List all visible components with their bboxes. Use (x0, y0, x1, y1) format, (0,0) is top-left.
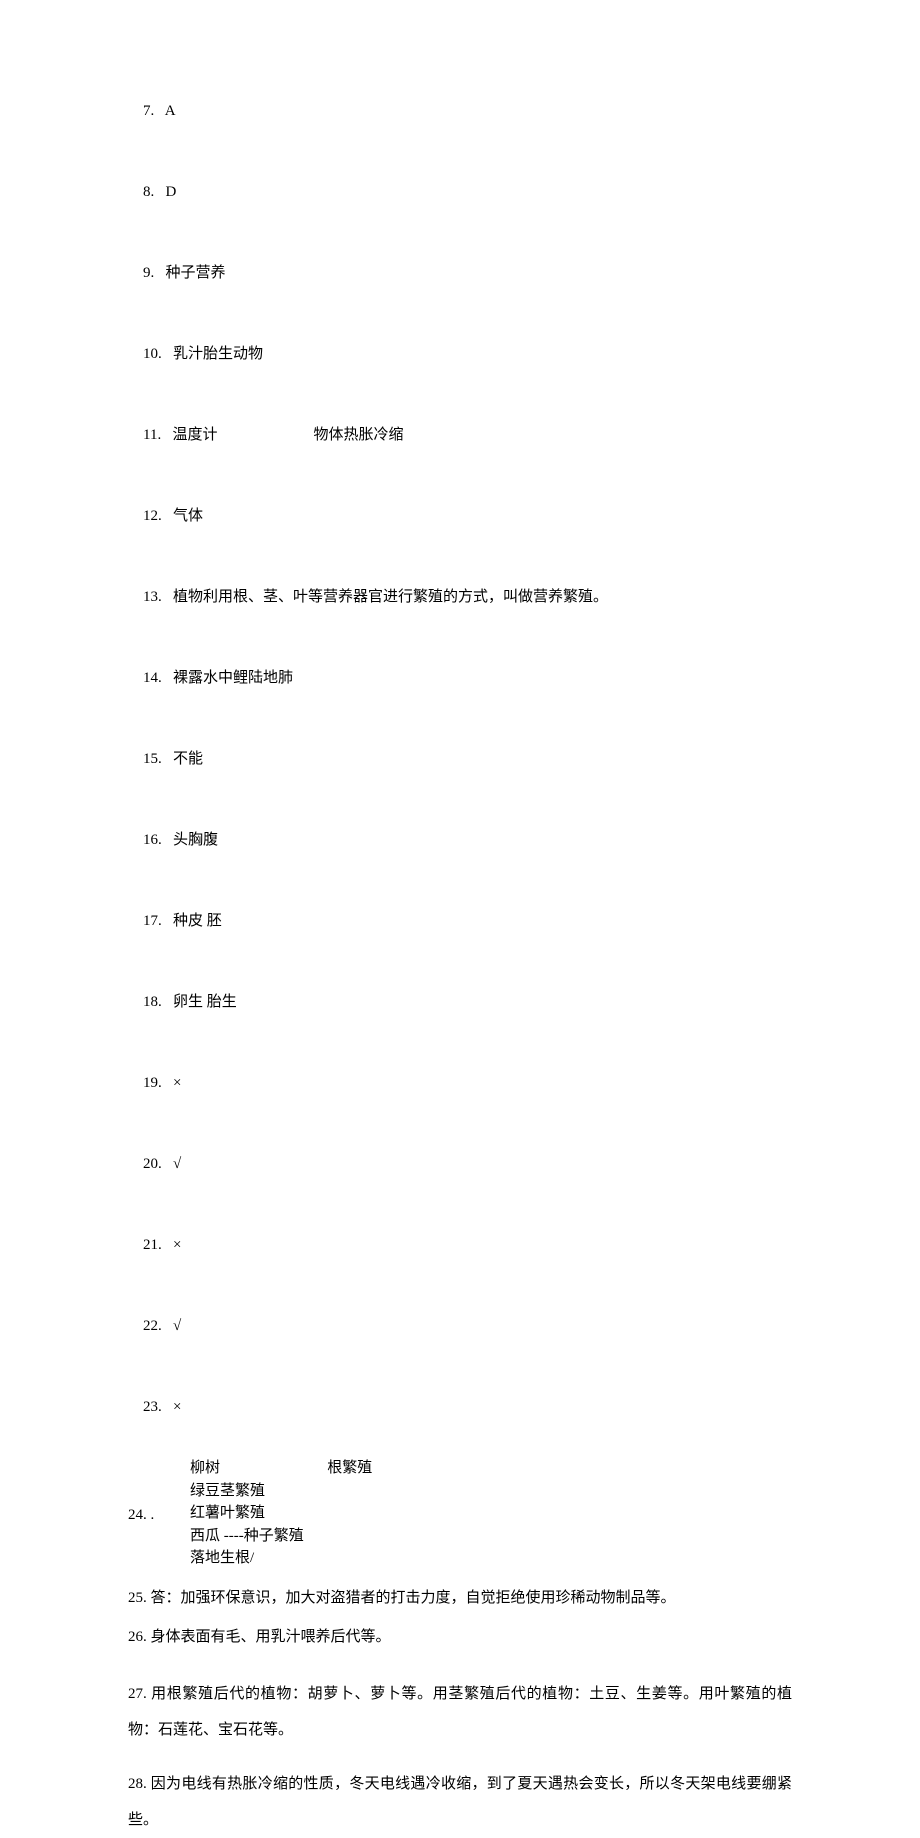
answer-21: 21. × (128, 1214, 792, 1277)
answer-number: 19. (143, 1075, 173, 1091)
answer-number: 9. (143, 265, 166, 281)
answer-number: 18. (143, 994, 173, 1010)
answer-7: 7. A (128, 80, 792, 143)
matching-row: 红薯叶繁殖 (190, 1502, 792, 1525)
answer-text: 植物利用根、茎、叶等营养器官进行繁殖的方式，叫做营养繁殖。 (173, 589, 608, 605)
answer-20: 20. √ (128, 1133, 792, 1196)
matching-text: 红薯叶繁殖 (190, 1505, 265, 1521)
answer-number: 16. (143, 832, 173, 848)
answer-number: 28. (128, 1776, 151, 1792)
answer-19: 19. × (128, 1052, 792, 1115)
answer-text: √ (173, 1318, 181, 1334)
matching-text: 西瓜 ----种子繁殖 (190, 1528, 304, 1544)
answer-number: 12. (143, 508, 173, 524)
answer-text: 种皮 胚 (173, 913, 222, 929)
answer-number: 14. (143, 670, 173, 686)
answer-number: 21. (143, 1237, 173, 1253)
answer-14: 14. 裸露水中鲤陆地肺 (128, 647, 792, 710)
answer-text: √ (173, 1156, 181, 1172)
answer-text-part2: 物体热胀冷缩 (313, 427, 403, 443)
answer-text: 乳汁胎生动物 (173, 346, 263, 362)
answer-text: 种子营养 (166, 265, 226, 281)
answer-text: × (173, 1237, 181, 1253)
answer-15: 15. 不能 (128, 728, 792, 791)
answer-number: 27. (128, 1686, 151, 1702)
answer-28: 28. 因为电线有热胀冷缩的性质，冬天电线遇冷收缩，到了夏天遇热会变长，所以冬天… (128, 1766, 792, 1838)
answer-number: 22. (143, 1318, 173, 1334)
answer-25: 25. 答：加强环保意识，加大对盗猎者的打击力度，自觉拒绝使用珍稀动物制品等。 (128, 1588, 792, 1609)
answer-text: 用根繁殖后代的植物：胡萝卜、萝卜等。用茎繁殖后代的植物：土豆、生姜等。用叶繁殖的… (128, 1686, 792, 1738)
answer-text: 头胸腹 (173, 832, 218, 848)
answer-number: 26. (128, 1629, 151, 1645)
answer-text: 气体 (173, 508, 203, 524)
answer-text: 裸露水中鲤陆地肺 (173, 670, 293, 686)
answer-text-part1: 温度计 (172, 427, 217, 443)
matching-row: 西瓜 ----种子繁殖 (190, 1525, 792, 1548)
answer-text: 不能 (173, 751, 203, 767)
matching-row: 绿豆茎繁殖 (190, 1480, 792, 1503)
answer-number: 25. (128, 1590, 151, 1606)
answer-number: 24. . (128, 1505, 154, 1526)
answer-number: 7. (143, 103, 165, 119)
answer-number: 20. (143, 1156, 173, 1172)
answer-text: D (166, 184, 177, 200)
answer-number: 11. (143, 427, 172, 443)
answer-number: 13. (143, 589, 173, 605)
answer-number: 8. (143, 184, 166, 200)
answer-13: 13. 植物利用根、茎、叶等营养器官进行繁殖的方式，叫做营养繁殖。 (128, 566, 792, 629)
answer-23: 23. × (128, 1376, 792, 1439)
answer-key-page: 7. A 8. D 9. 种子营养 10. 乳汁胎生动物 11. 温度计 物体热胀… (0, 0, 920, 1301)
answer-number: 17. (143, 913, 173, 929)
answer-12: 12. 气体 (128, 485, 792, 548)
matching-text: 绿豆茎繁殖 (190, 1483, 265, 1499)
answer-11: 11. 温度计 物体热胀冷缩 (128, 404, 792, 467)
answer-18: 18. 卵生 胎生 (128, 971, 792, 1034)
matching-right: 根繁殖 (327, 1460, 372, 1476)
matching-left: 柳树 (190, 1460, 220, 1476)
answer-number: 15. (143, 751, 173, 767)
matching-row: 落地生根/ (190, 1547, 792, 1570)
answer-number: 10. (143, 346, 173, 362)
answer-27: 27. 用根繁殖后代的植物：胡萝卜、萝卜等。用茎繁殖后代的植物：土豆、生姜等。用… (128, 1676, 792, 1748)
answer-24-matching: 柳树 根繁殖 绿豆茎繁殖 红薯叶繁殖 西瓜 ----种子繁殖 落地生根/ (128, 1457, 792, 1570)
answer-text: 答：加强环保意识，加大对盗猎者的打击力度，自觉拒绝使用珍稀动物制品等。 (151, 1590, 676, 1606)
matching-row: 柳树 根繁殖 (190, 1457, 792, 1480)
answer-number: 23. (143, 1399, 173, 1415)
answer-8: 8. D (128, 161, 792, 224)
answer-text: 身体表面有毛、用乳汁喂养后代等。 (151, 1629, 391, 1645)
answer-text: × (173, 1399, 181, 1415)
answer-22: 22. √ (128, 1295, 792, 1358)
answer-26: 26. 身体表面有毛、用乳汁喂养后代等。 (128, 1627, 792, 1648)
answer-17: 17. 种皮 胚 (128, 890, 792, 953)
answer-10: 10. 乳汁胎生动物 (128, 323, 792, 386)
answer-text: 卵生 胎生 (173, 994, 237, 1010)
answer-24: 24. . 柳树 根繁殖 绿豆茎繁殖 红薯叶繁殖 西瓜 ----种子繁殖 落地生… (128, 1457, 792, 1570)
matching-text: 落地生根/ (190, 1550, 254, 1566)
answer-16: 16. 头胸腹 (128, 809, 792, 872)
answer-9: 9. 种子营养 (128, 242, 792, 305)
answer-text: A (165, 103, 176, 119)
answer-text: × (173, 1075, 181, 1091)
answer-text: 因为电线有热胀冷缩的性质，冬天电线遇冷收缩，到了夏天遇热会变长，所以冬天架电线要… (128, 1776, 792, 1828)
